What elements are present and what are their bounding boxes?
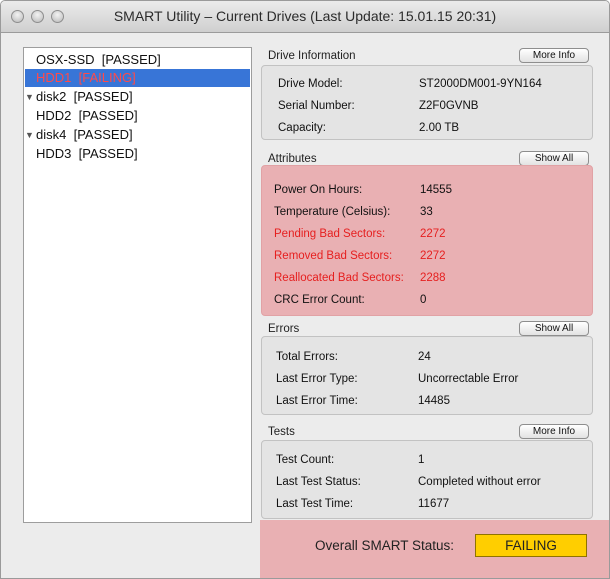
drive-name: HDD1 (36, 70, 72, 85)
capacity-value: 2.00 TB (419, 122, 460, 134)
power-on-hours-label: Power On Hours: (274, 184, 363, 196)
serial-number-value: Z2F0GVNB (419, 100, 479, 112)
capacity-label: Capacity: (278, 122, 326, 134)
last-error-time-value: 14485 (418, 395, 450, 407)
drive-status: [PASSED] (101, 52, 161, 67)
last-error-type-value: Uncorrectable Error (418, 373, 519, 385)
overall-status-label: Overall SMART Status: (315, 538, 455, 553)
drive-item-osx-ssd[interactable]: OSX-SSD [PASSED] (25, 51, 250, 69)
reallocated-bad-sectors-value: 2288 (420, 272, 446, 284)
test-count-label: Test Count: (276, 454, 335, 466)
drive-model-value: ST2000DM001-9YN164 (419, 78, 542, 90)
drive-model-label: Drive Model: (278, 78, 343, 90)
window-title: SMART Utility – Current Drives (Last Upd… (113, 8, 497, 24)
drive-info-box: Drive Model: ST2000DM001-9YN164 Serial Nu… (261, 65, 593, 140)
drive-item-disk4[interactable]: ▼ disk4 [PASSED] (25, 126, 250, 144)
last-test-status-label: Last Test Status: (276, 476, 361, 488)
crc-error-count-label: CRC Error Count: (274, 294, 365, 306)
pending-bad-sectors-label: Pending Bad Sectors: (274, 228, 386, 240)
drive-name: disk4 (36, 127, 67, 142)
power-on-hours-value: 14555 (420, 184, 452, 196)
reallocated-bad-sectors-label: Reallocated Bad Sectors: (274, 272, 404, 284)
drive-status: [FAILING] (78, 70, 136, 85)
crc-error-count-value: 0 (420, 294, 427, 306)
drive-name: OSX-SSD (36, 52, 95, 67)
drive-item-disk2[interactable]: ▼ disk2 [PASSED] (25, 88, 250, 106)
temperature-label: Temperature (Celsius): (274, 206, 391, 218)
drive-name: disk2 (36, 89, 67, 104)
total-errors-label: Total Errors: (276, 351, 338, 363)
tests-title: Tests (268, 426, 295, 438)
errors-box: Total Errors: 24 Last Error Type: Uncorrec… (261, 336, 593, 415)
removed-bad-sectors-label: Removed Bad Sectors: (274, 250, 393, 262)
temperature-value: 33 (420, 206, 433, 218)
pending-bad-sectors-value: 2272 (420, 228, 446, 240)
errors-show-all-button[interactable]: Show All (519, 321, 589, 336)
last-test-time-label: Last Test Time: (276, 498, 354, 510)
attributes-title: Attributes (268, 153, 317, 165)
errors-title: Errors (268, 323, 300, 335)
drive-status: [PASSED] (78, 146, 138, 161)
smart-utility-window: SMART Utility – Current Drives (Last Upd… (0, 0, 610, 579)
last-test-time-value: 11677 (418, 498, 450, 510)
tests-box: Test Count: 1 Last Test Status: Completed … (261, 440, 593, 519)
main-content: OSX-SSD [PASSED] HDD1 [FAILING] ▼ disk2 [… (1, 34, 609, 578)
last-test-status-value: Completed without error (418, 476, 541, 488)
tests-more-info-button[interactable]: More Info (519, 424, 589, 439)
drive-info-title: Drive Information (268, 50, 356, 62)
last-error-time-label: Last Error Time: (276, 395, 358, 407)
drive-name: HDD3 (36, 146, 72, 161)
disclosure-triangle-icon[interactable]: ▼ (25, 88, 36, 106)
drive-status: [PASSED] (73, 127, 133, 142)
drive-name: HDD2 (36, 108, 72, 123)
drive-item-hdd2[interactable]: HDD2 [PASSED] (25, 107, 250, 125)
test-count-value: 1 (418, 454, 425, 466)
drive-list[interactable]: OSX-SSD [PASSED] HDD1 [FAILING] ▼ disk2 [… (23, 47, 252, 523)
attributes-show-all-button[interactable]: Show All (519, 151, 589, 166)
drive-status: [PASSED] (78, 108, 138, 123)
drive-item-hdd1[interactable]: HDD1 [FAILING] (25, 69, 250, 87)
serial-number-label: Serial Number: (278, 100, 355, 112)
disclosure-triangle-icon[interactable]: ▼ (25, 126, 36, 144)
title-bar[interactable]: SMART Utility – Current Drives (Last Upd… (1, 1, 609, 33)
drive-item-hdd3[interactable]: HDD3 [PASSED] (25, 145, 250, 163)
drive-status: [PASSED] (73, 89, 133, 104)
removed-bad-sectors-value: 2272 (420, 250, 446, 262)
attributes-box: Power On Hours: 14555 Temperature (Celsiu… (261, 165, 593, 316)
drive-info-more-info-button[interactable]: More Info (519, 48, 589, 63)
overall-status-bar: Overall SMART Status: FAILING (260, 520, 609, 578)
last-error-type-label: Last Error Type: (276, 373, 358, 385)
total-errors-value: 24 (418, 351, 431, 363)
overall-status-badge: FAILING (475, 534, 587, 557)
